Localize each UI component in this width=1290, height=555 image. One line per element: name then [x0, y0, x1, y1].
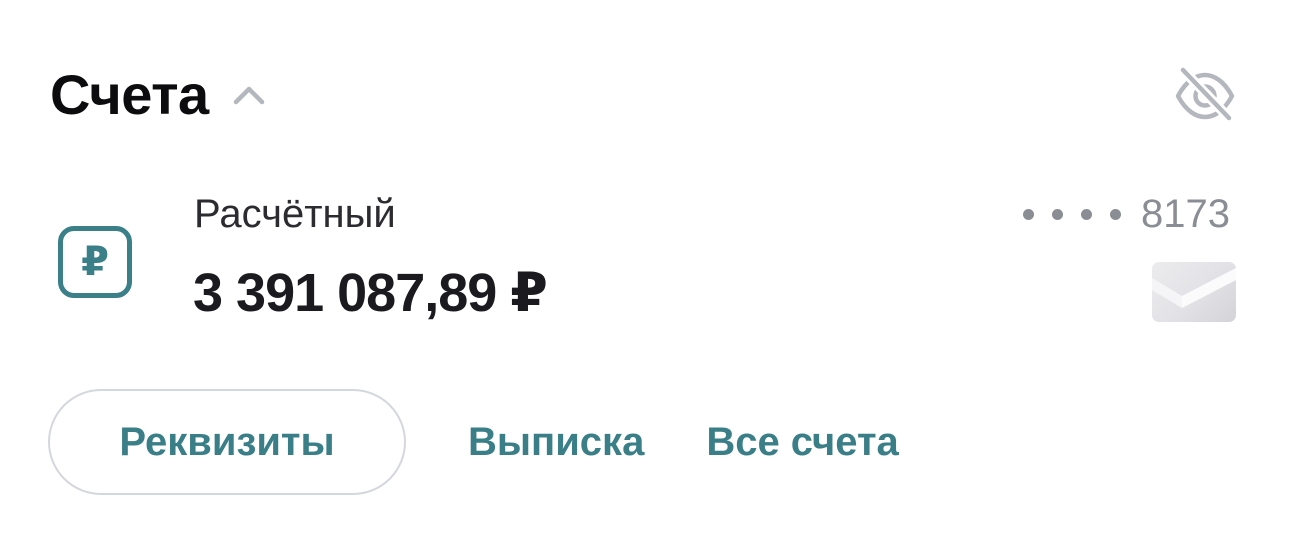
- details-button[interactable]: Реквизиты: [48, 389, 406, 495]
- account-number: 8173: [1023, 192, 1230, 236]
- account-balance: 3 391 087,89 ₽: [193, 263, 548, 323]
- all-accounts-link[interactable]: Все счета: [706, 420, 898, 465]
- eye-off-icon[interactable]: [1174, 66, 1236, 122]
- accounts-section-header: Счета: [50, 60, 265, 130]
- card-thumbnail-icon: [1152, 262, 1236, 322]
- section-title: Счета: [50, 63, 209, 126]
- chevron-up-icon[interactable]: [233, 79, 265, 111]
- account-last4: 8173: [1141, 192, 1230, 236]
- ruble-icon: ₽: [58, 226, 132, 298]
- account-item[interactable]: ₽ Расчётный 3 391 087,89 ₽ 8173: [0, 178, 1290, 338]
- account-name: Расчётный: [194, 192, 396, 236]
- account-actions: Реквизиты Выписка Все счета: [48, 389, 899, 495]
- statement-link[interactable]: Выписка: [468, 420, 644, 465]
- masked-digits: [1023, 208, 1122, 220]
- currency-symbol: ₽: [81, 240, 109, 284]
